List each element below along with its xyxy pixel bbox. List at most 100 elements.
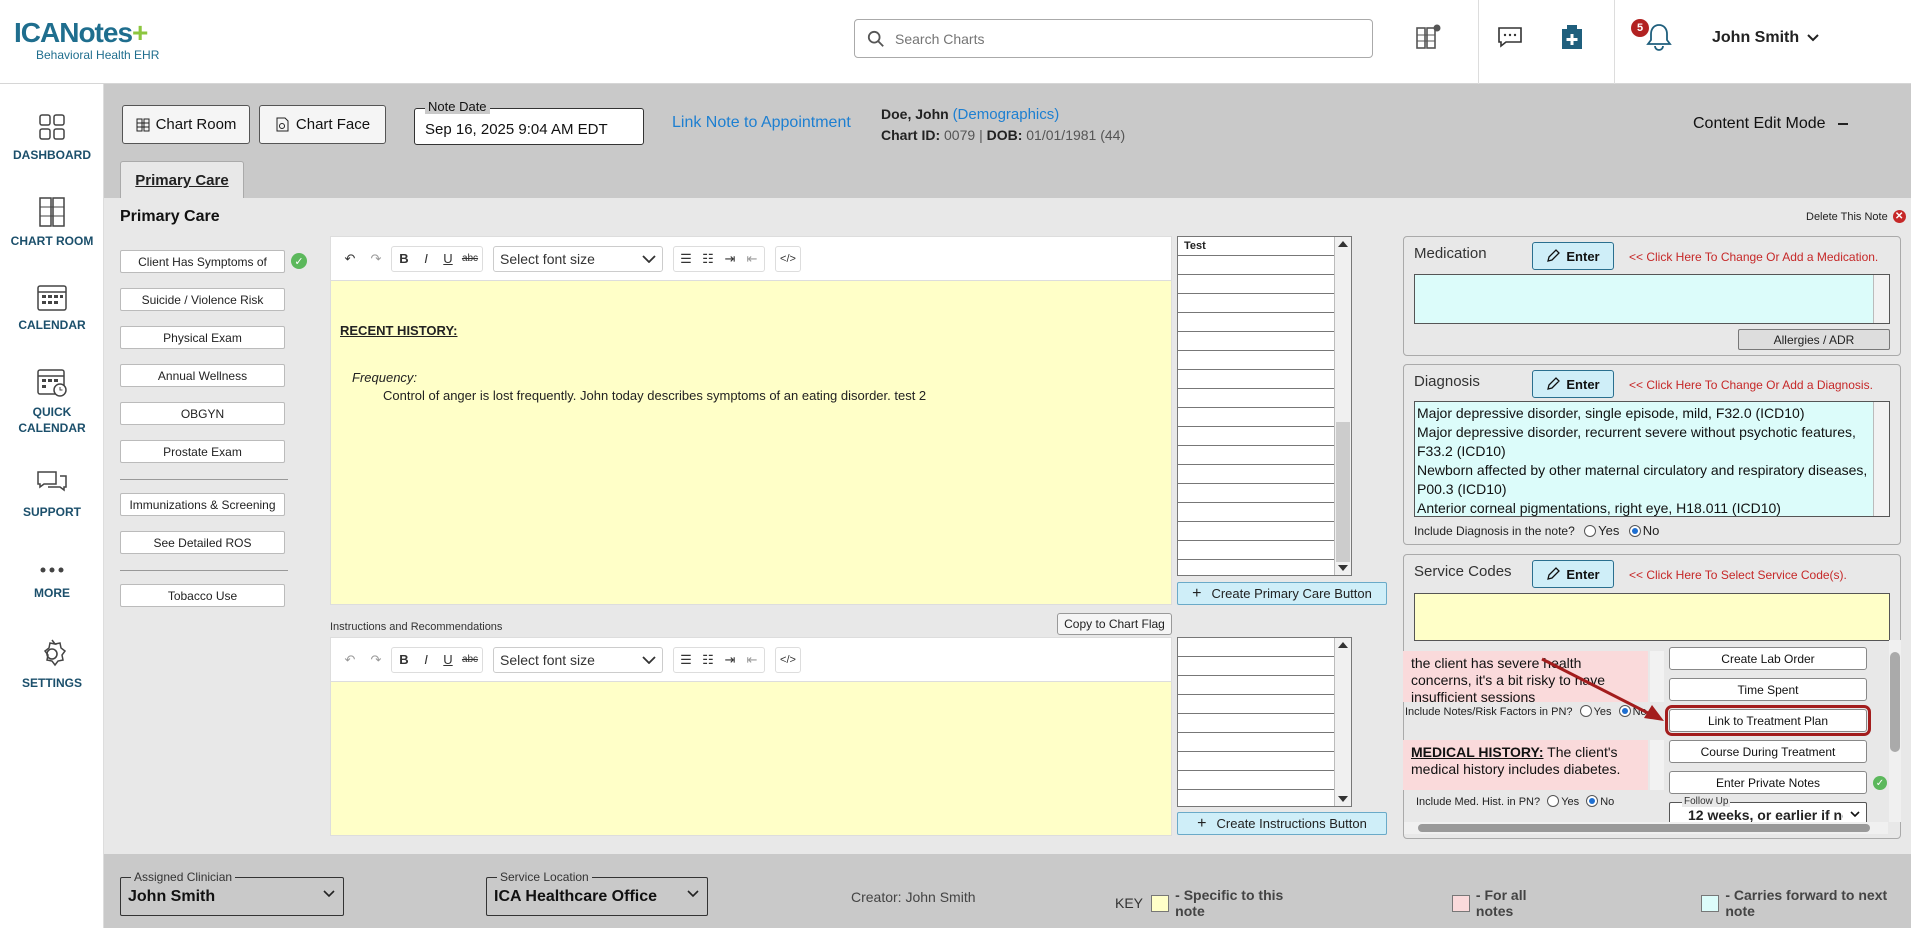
primary-care-buttons-grid[interactable]: Test bbox=[1177, 236, 1352, 576]
chart-face-button[interactable]: Chart Face bbox=[259, 105, 386, 144]
demographics-link[interactable]: (Demographics) bbox=[953, 106, 1060, 123]
grid-row[interactable] bbox=[1178, 676, 1334, 695]
bold-icon[interactable]: B bbox=[393, 649, 415, 671]
nav-dashboard[interactable]: DASHBOARD bbox=[0, 112, 104, 162]
grid-row[interactable] bbox=[1178, 370, 1334, 389]
course-during-treatment-button[interactable]: Course During Treatment bbox=[1669, 740, 1867, 763]
scrollbar[interactable] bbox=[1873, 275, 1889, 323]
chart-room-button[interactable]: Chart Room bbox=[122, 105, 250, 144]
strikethrough-icon[interactable]: abc bbox=[459, 649, 481, 671]
see-detailed-ros-button[interactable]: See Detailed ROS bbox=[120, 531, 285, 554]
nav-calendar[interactable]: CALENDAR bbox=[0, 282, 104, 332]
diagnosis-item[interactable]: Anterior corneal pigmentations, right ey… bbox=[1417, 499, 1869, 516]
scroll-thumb[interactable] bbox=[1890, 652, 1900, 752]
grid-row[interactable] bbox=[1178, 256, 1334, 275]
create-primary-care-button[interactable]: + Create Primary Care Button bbox=[1177, 582, 1387, 605]
physical-exam-button[interactable]: Physical Exam bbox=[120, 326, 285, 349]
outdent-icon[interactable]: ⇤ bbox=[741, 649, 763, 671]
grid-row[interactable] bbox=[1178, 541, 1334, 560]
scrollbar[interactable] bbox=[1873, 402, 1889, 516]
diagnosis-item[interactable]: Major depressive disorder, recurrent sev… bbox=[1417, 423, 1869, 461]
search-input[interactable] bbox=[895, 30, 1335, 47]
grid-row[interactable] bbox=[1178, 522, 1334, 541]
bullet-list-icon[interactable]: ☷ bbox=[697, 649, 719, 671]
scrollbar[interactable] bbox=[1889, 640, 1901, 822]
scroll-down-icon[interactable] bbox=[1338, 565, 1348, 571]
immunizations-screening-button[interactable]: Immunizations & Screening bbox=[120, 493, 285, 516]
search-box[interactable] bbox=[854, 19, 1373, 58]
grid-row[interactable] bbox=[1178, 313, 1334, 332]
diagnosis-list[interactable]: Major depressive disorder, single episod… bbox=[1414, 401, 1890, 517]
scrollbar[interactable] bbox=[1334, 237, 1351, 575]
grid-row[interactable] bbox=[1178, 695, 1334, 714]
diagnosis-item[interactable]: Newborn affected by other maternal circu… bbox=[1417, 461, 1869, 499]
scroll-thumb[interactable] bbox=[1418, 824, 1870, 832]
med-hist-yes-radio[interactable] bbox=[1547, 795, 1560, 807]
tobacco-use-button[interactable]: Tobacco Use bbox=[120, 584, 285, 607]
assigned-clinician-select[interactable]: Assigned Clinician John Smith bbox=[120, 870, 344, 916]
font-size-select[interactable]: Select font size bbox=[493, 646, 663, 673]
source-code-icon[interactable]: </> bbox=[777, 649, 799, 671]
indent-icon[interactable]: ⇥ bbox=[719, 649, 741, 671]
font-size-select[interactable]: Select font size bbox=[493, 245, 663, 272]
grid-row[interactable] bbox=[1178, 638, 1334, 657]
tab-primary-care[interactable]: Primary Care bbox=[120, 161, 244, 198]
time-spent-button[interactable]: Time Spent bbox=[1669, 678, 1867, 701]
scroll-up-icon[interactable] bbox=[1338, 241, 1348, 247]
scroll-thumb[interactable] bbox=[1336, 422, 1350, 562]
grid-row[interactable] bbox=[1178, 503, 1334, 522]
primary-care-editor[interactable]: ↶ ↷ B I Uabc Select font size ☰ ☷ ⇥ ⇤ </> REC… bbox=[330, 236, 1172, 605]
nav-settings[interactable]: SETTINGS bbox=[0, 638, 104, 690]
grid-row[interactable] bbox=[1178, 275, 1334, 294]
med-hist-no-radio[interactable] bbox=[1586, 795, 1599, 807]
link-note-to-appointment[interactable]: Link Note to Appointment bbox=[672, 114, 851, 132]
nav-chart-room[interactable]: CHART ROOM bbox=[0, 196, 104, 248]
suicide-violence-risk-button[interactable]: Suicide / Violence Risk bbox=[120, 288, 285, 311]
delete-note-button[interactable]: Delete This Note ✕ bbox=[1806, 210, 1906, 223]
bullet-list-icon[interactable]: ☷ bbox=[697, 248, 719, 270]
content-edit-mode-toggle[interactable]: Content Edit Mode bbox=[1693, 115, 1848, 133]
grid-row[interactable] bbox=[1178, 771, 1334, 790]
grid-row[interactable] bbox=[1178, 294, 1334, 313]
grid-row[interactable] bbox=[1178, 733, 1334, 752]
scroll-up-icon[interactable] bbox=[1338, 642, 1348, 648]
outdent-icon[interactable]: ⇤ bbox=[741, 248, 763, 270]
ordered-list-icon[interactable]: ☰ bbox=[675, 248, 697, 270]
redo-icon[interactable]: ↷ bbox=[365, 248, 387, 270]
add-chart-icon[interactable] bbox=[1557, 22, 1587, 52]
note-date-field[interactable]: Note Date Sep 16, 2025 9:04 AM EDT bbox=[414, 100, 644, 145]
grid-row[interactable] bbox=[1178, 332, 1334, 351]
follow-up-select[interactable]: Follow Up 12 weeks, or earlier if ne bbox=[1669, 796, 1867, 824]
grid-row[interactable] bbox=[1178, 427, 1334, 446]
horizontal-scrollbar[interactable] bbox=[1404, 822, 1888, 834]
grid-row[interactable] bbox=[1178, 484, 1334, 503]
underline-icon[interactable]: U bbox=[437, 248, 459, 270]
service-codes-enter-button[interactable]: Enter bbox=[1532, 560, 1614, 588]
grid-row[interactable] bbox=[1178, 446, 1334, 465]
charts-icon[interactable] bbox=[1413, 22, 1443, 52]
ordered-list-icon[interactable]: ☰ bbox=[675, 649, 697, 671]
logo[interactable]: ICANotes+ Behavioral Health EHR bbox=[14, 18, 174, 66]
service-location-select[interactable]: Service Location ICA Healthcare Office bbox=[486, 870, 708, 916]
scrollbar[interactable] bbox=[1334, 638, 1351, 806]
source-code-icon[interactable]: </> bbox=[777, 248, 799, 270]
diagnosis-yes-radio[interactable] bbox=[1584, 525, 1597, 537]
italic-icon[interactable]: I bbox=[415, 248, 437, 270]
instructions-buttons-grid[interactable] bbox=[1177, 637, 1352, 807]
italic-icon[interactable]: I bbox=[415, 649, 437, 671]
instructions-editor[interactable]: ↶ ↷ B I Uabc Select font size ☰ ☷ ⇥ ⇤ </> bbox=[330, 637, 1172, 836]
create-instructions-button[interactable]: + Create Instructions Button bbox=[1177, 812, 1387, 835]
indent-icon[interactable]: ⇥ bbox=[719, 248, 741, 270]
redo-icon[interactable]: ↷ bbox=[365, 649, 387, 671]
grid-row[interactable] bbox=[1178, 389, 1334, 408]
service-codes-list[interactable] bbox=[1414, 593, 1890, 641]
undo-icon[interactable]: ↶ bbox=[339, 248, 361, 270]
grid-row[interactable] bbox=[1178, 752, 1334, 771]
nav-support[interactable]: SUPPORT bbox=[0, 469, 104, 519]
obgyn-button[interactable]: OBGYN bbox=[120, 402, 285, 425]
medication-list[interactable] bbox=[1414, 274, 1890, 324]
diagnosis-item[interactable]: Major depressive disorder, single episod… bbox=[1417, 404, 1869, 423]
strikethrough-icon[interactable]: abc bbox=[459, 248, 481, 270]
annual-wellness-button[interactable]: Annual Wellness bbox=[120, 364, 285, 387]
enter-private-notes-button[interactable]: Enter Private Notes bbox=[1669, 771, 1867, 794]
